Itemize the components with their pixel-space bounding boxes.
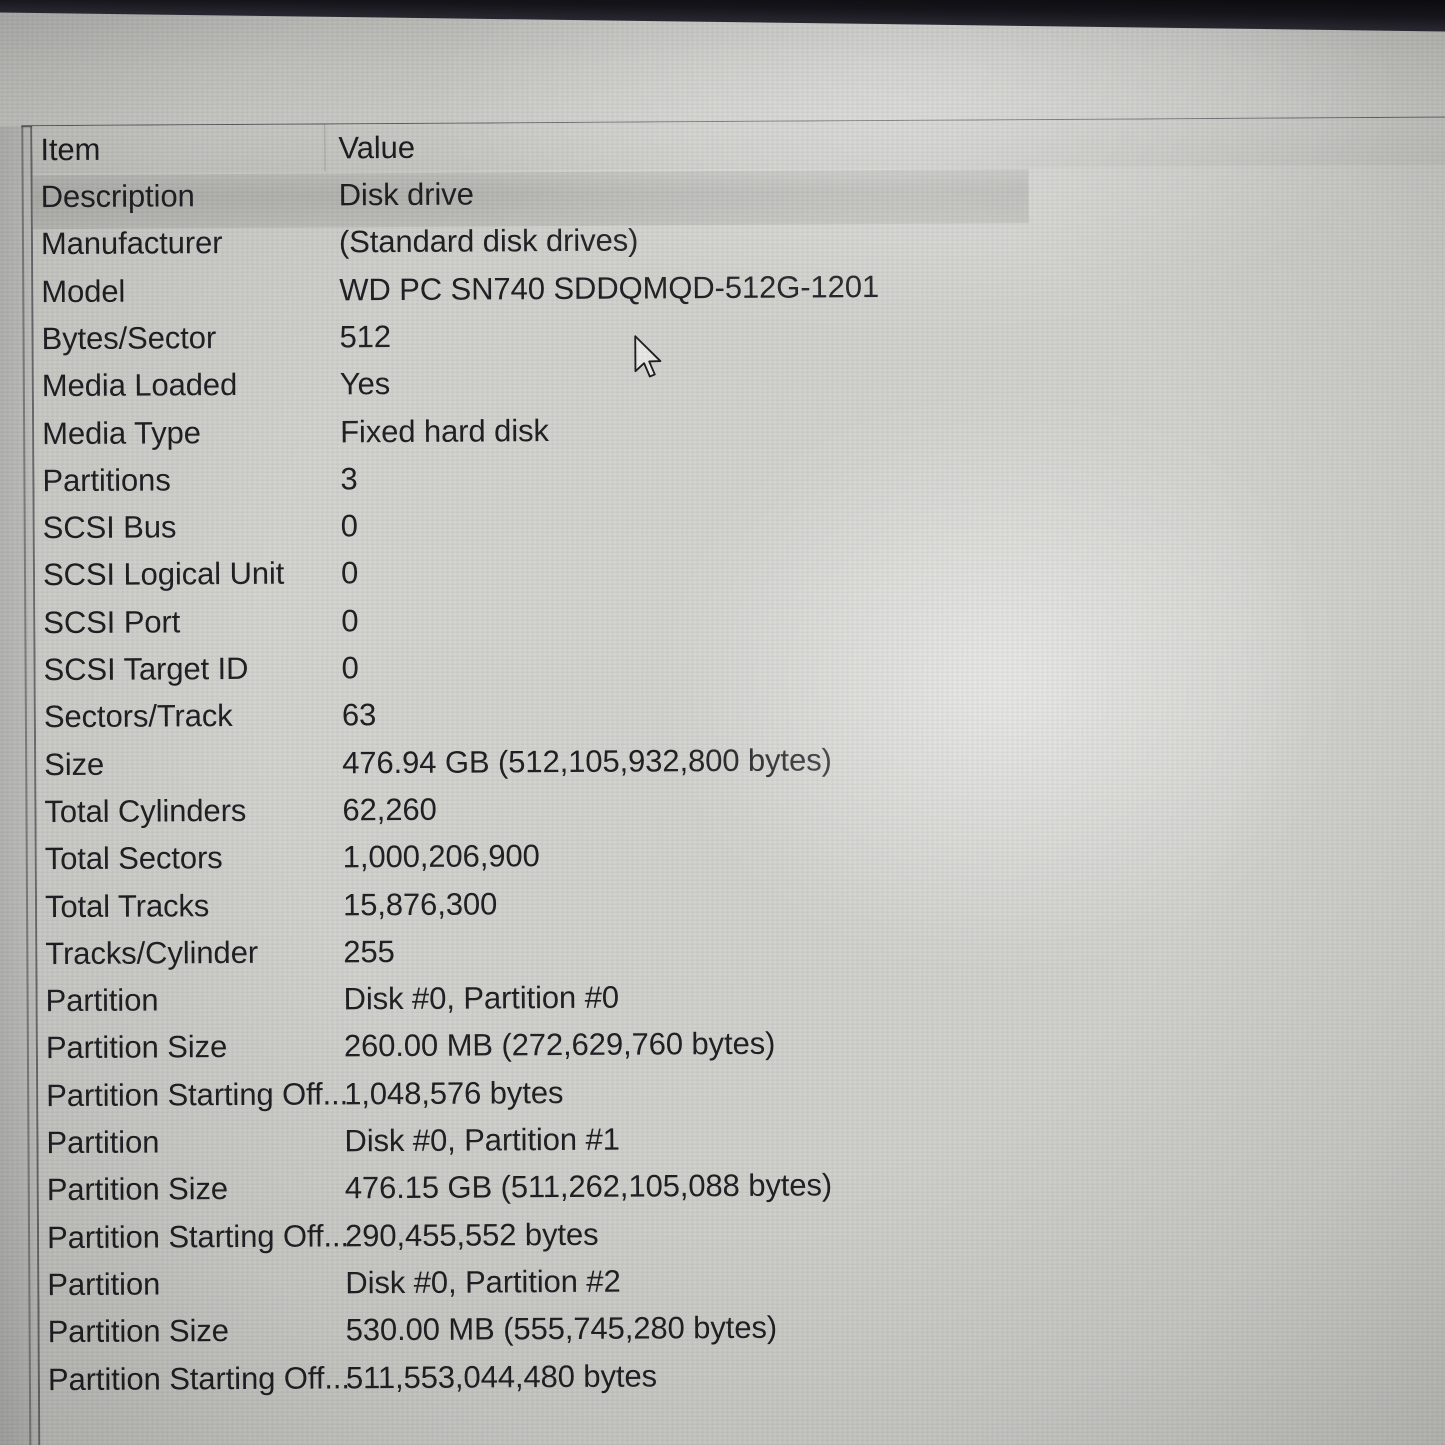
table-row[interactable]: Total Cylinders 62,260	[36, 779, 1445, 835]
system-information-window: Item Value Description Disk drive Manufact…	[0, 10, 1445, 1445]
table-row[interactable]: Partition Starting Off... 1,048,576 bytes	[38, 1063, 1445, 1119]
row-item-label: Partitions	[42, 462, 171, 498]
row-value: 1,048,576 bytes	[344, 1074, 564, 1112]
row-value: Disk #0, Partition #1	[344, 1121, 620, 1159]
table-row[interactable]: SCSI Logical Unit 0	[35, 543, 1445, 599]
column-header-value[interactable]: Value	[338, 124, 415, 171]
table-row[interactable]: Model WD PC SN740 SDDQMQD-512G-1201	[33, 259, 1445, 315]
row-value: Fixed hard disk	[340, 412, 549, 449]
row-value: Disk #0, Partition #2	[345, 1263, 621, 1301]
table-row[interactable]: Partition Size 530.00 MB (555,745,280 byt…	[39, 1300, 1445, 1356]
table-row[interactable]: SCSI Bus 0	[35, 496, 1445, 552]
table-row[interactable]: Media Loaded Yes	[34, 354, 1445, 410]
row-item-label: Partition	[45, 982, 159, 1019]
row-value: 3	[340, 461, 358, 497]
row-item-label: Partition Starting Off...	[46, 1217, 348, 1255]
row-value: Disk #0, Partition #0	[343, 979, 620, 1017]
row-value: Yes	[339, 366, 391, 402]
table-row[interactable]: Description Disk drive	[33, 165, 1445, 221]
row-value: 1,000,206,900	[342, 838, 540, 875]
table-row[interactable]: Partition Size 260.00 MB (272,629,760 byt…	[38, 1016, 1445, 1072]
row-item-label: Partition	[46, 1124, 160, 1161]
row-value: 0	[340, 555, 359, 591]
row-item-label: Partition Size	[47, 1313, 229, 1350]
row-item-label: Size	[44, 746, 105, 782]
table-row[interactable]: Partition Disk #0, Partition #1	[38, 1111, 1445, 1167]
row-item-label: Total Cylinders	[44, 792, 247, 830]
row-item-label: Description	[40, 178, 195, 215]
row-value: 0	[340, 508, 358, 544]
row-value: 0	[341, 602, 359, 639]
row-value: 530.00 MB (555,745,280 bytes)	[345, 1309, 778, 1348]
row-value: WD PC SN740 SDDQMQD-512G-1201	[339, 268, 880, 307]
row-value: 476.15 GB (511,262,105,088 bytes)	[344, 1167, 833, 1206]
table-row[interactable]: Tracks/Cylinder 255	[37, 921, 1445, 977]
row-item-label: Bytes/Sector	[41, 320, 217, 357]
row-value: 63	[341, 697, 377, 733]
table-row[interactable]: Partitions 3	[34, 448, 1445, 504]
row-value: 511,553,044,480 bytes	[345, 1357, 658, 1395]
listview-header: Item Value	[32, 117, 1445, 174]
row-value: 512	[339, 318, 392, 355]
row-item-label: Sectors/Track	[43, 698, 233, 735]
row-item-label: Partition	[47, 1266, 161, 1303]
table-row[interactable]: Partition Disk #0, Partition #2	[39, 1252, 1445, 1308]
row-item-label: SCSI Logical Unit	[42, 556, 285, 593]
row-item-label: Tracks/Cylinder	[45, 934, 259, 971]
table-row[interactable]: Partition Starting Off... 511,553,044,480…	[40, 1347, 1445, 1403]
table-row[interactable]: Manufacturer (Standard disk drives)	[33, 212, 1445, 268]
row-item-label: Partition Starting Off...	[47, 1359, 349, 1397]
arrow-pointer-icon	[634, 335, 662, 378]
row-item-label: SCSI Port	[43, 604, 181, 640]
row-value: 255	[343, 933, 395, 970]
row-value: Disk drive	[338, 176, 474, 213]
table-row[interactable]: Size 476.94 GB (512,105,932,800 bytes)	[36, 732, 1445, 788]
details-listview[interactable]: Item Value Description Disk drive Manufact…	[32, 117, 1445, 1445]
row-item-label: SCSI Target ID	[43, 650, 249, 688]
table-row[interactable]: SCSI Target ID 0	[35, 638, 1445, 694]
row-value: 260.00 MB (272,629,760 bytes)	[343, 1026, 776, 1064]
table-row[interactable]: Sectors/Track 63	[36, 685, 1445, 741]
row-item-label: Total Sectors	[44, 840, 223, 877]
row-item-label: Partition Size	[46, 1171, 229, 1208]
row-value: (Standard disk drives)	[338, 222, 639, 260]
row-value: 62,260	[342, 791, 437, 828]
row-item-label: Manufacturer	[40, 225, 223, 262]
row-value: 0	[341, 650, 359, 686]
laptop-screen: Item Value Description Disk drive Manufact…	[0, 10, 1445, 1445]
table-row[interactable]: Media Type Fixed hard disk	[34, 401, 1445, 457]
window-toolbar-strip	[0, 10, 1445, 127]
row-value: 476.94 GB (512,105,932,800 bytes)	[342, 741, 832, 780]
table-row[interactable]: SCSI Port 0	[35, 590, 1445, 646]
screen-photo: Item Value Description Disk drive Manufact…	[0, 0, 1445, 1445]
table-row[interactable]: Total Sectors 1,000,206,900	[37, 827, 1445, 883]
row-item-label: Media Loaded	[41, 367, 238, 404]
table-row[interactable]: Partition Disk #0, Partition #0	[37, 969, 1445, 1025]
column-header-item[interactable]: Item	[40, 124, 340, 173]
table-row[interactable]: Total Tracks 15,876,300	[37, 874, 1445, 930]
table-row[interactable]: Partition Starting Off... 290,455,552 byt…	[39, 1205, 1445, 1261]
table-row[interactable]: Partition Size 476.15 GB (511,262,105,088…	[39, 1158, 1445, 1214]
row-item-label: Model	[41, 273, 126, 309]
table-row[interactable]: Bytes/Sector 512	[33, 306, 1445, 362]
row-item-label: Media Type	[42, 414, 201, 451]
row-item-label: Partition Size	[45, 1029, 228, 1066]
row-value: 290,455,552 bytes	[344, 1216, 599, 1253]
row-value: 15,876,300	[342, 885, 498, 922]
row-item-label: Partition Starting Off...	[46, 1076, 347, 1113]
row-item-label: SCSI Bus	[42, 509, 177, 546]
row-item-label: Total Tracks	[44, 887, 210, 924]
